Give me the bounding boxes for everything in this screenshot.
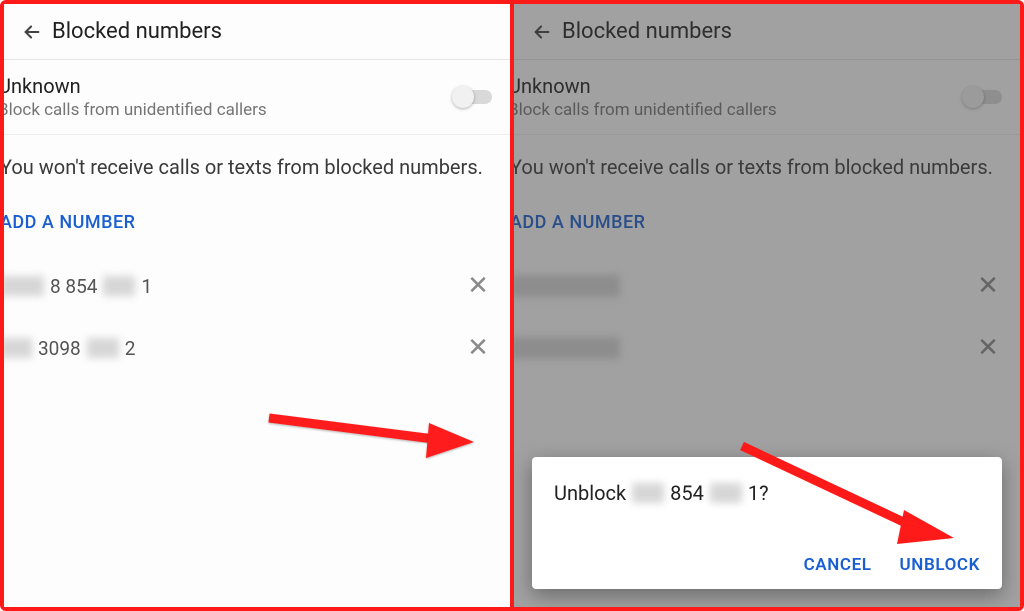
blocked-number-text: 3098 2 (4, 337, 135, 360)
unknown-title: Unknown (4, 74, 454, 98)
app-header: Blocked numbers (4, 4, 510, 60)
redacted-segment (710, 483, 742, 503)
redacted-segment (632, 483, 664, 503)
unknown-callers-row[interactable]: Unknown Block calls from unidentified ca… (4, 60, 510, 135)
redacted-segment (4, 276, 44, 296)
add-number-button[interactable]: ADD A NUMBER (4, 212, 510, 233)
cancel-button[interactable]: CANCEL (804, 555, 872, 575)
unknown-subtitle: Block calls from unidentified callers (4, 100, 454, 120)
blocked-number-text: 8 854 1 (4, 275, 152, 298)
dialog-message: Unblock 854 1? (554, 481, 980, 505)
remove-number-icon[interactable]: ✕ (462, 271, 494, 301)
screen-blocked-numbers: Blocked numbers Unknown Block calls from… (4, 4, 514, 607)
redacted-segment (87, 338, 119, 358)
unblock-dialog: Unblock 854 1? CANCEL UNBLOCK (532, 457, 1002, 589)
remove-number-icon[interactable]: ✕ (462, 333, 494, 363)
unblock-button[interactable]: UNBLOCK (900, 555, 980, 575)
back-arrow-icon[interactable] (12, 21, 52, 43)
blocked-number-row: 8 854 1 ✕ (4, 255, 510, 317)
page-title: Blocked numbers (52, 19, 222, 44)
info-text: You won't receive calls or texts from bl… (4, 135, 510, 182)
blocked-list: 8 854 1 ✕ 3098 2 ✕ (4, 255, 510, 379)
redacted-segment (4, 338, 32, 358)
blocked-number-row: 3098 2 ✕ (4, 317, 510, 379)
screen-with-dialog: Blocked numbers Unknown Block calls from… (514, 4, 1020, 607)
redacted-segment (103, 276, 135, 296)
unknown-toggle[interactable] (454, 90, 492, 104)
